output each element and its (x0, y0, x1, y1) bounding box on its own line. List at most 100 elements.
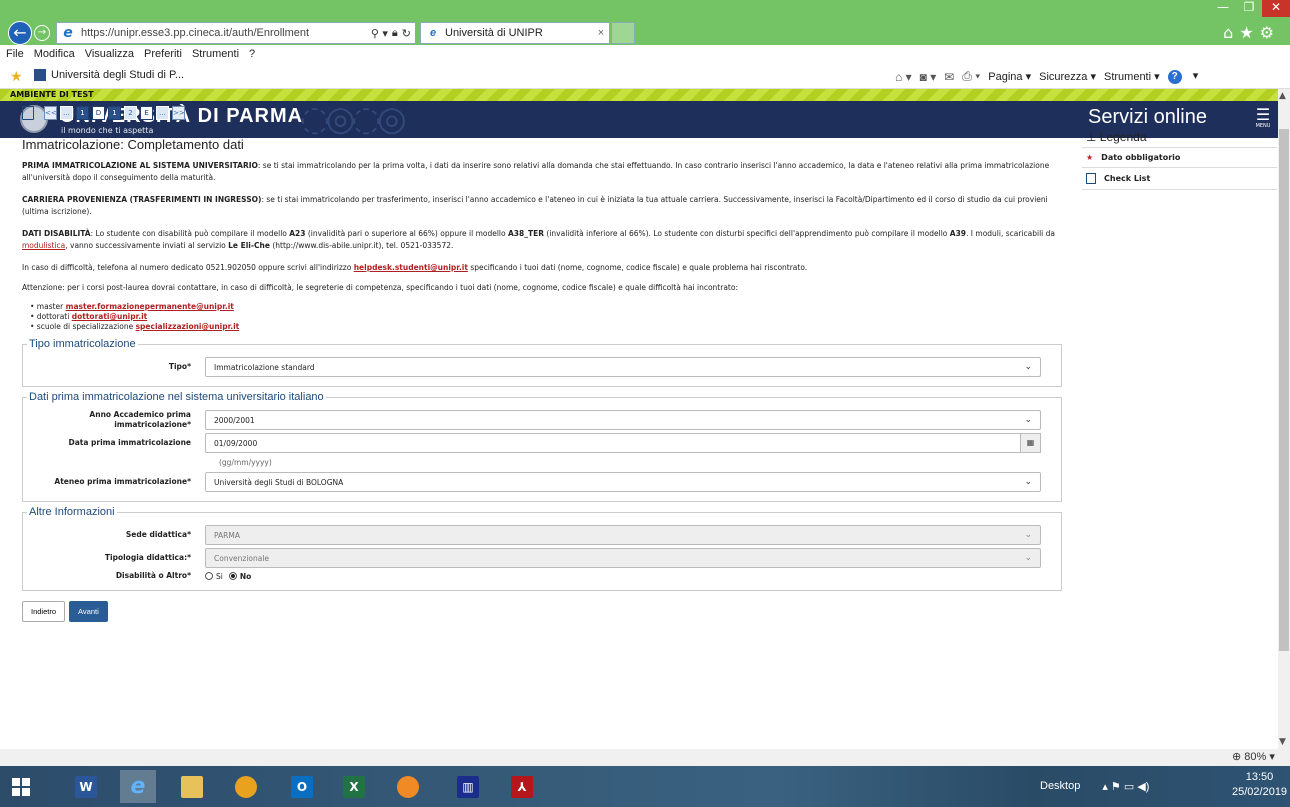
prima-fieldset-legend: Dati prima immatricolazione nel sistema … (29, 391, 324, 403)
main-content: Immatricolazione: Completamento dati PRI… (22, 137, 1062, 622)
step-navigation: << ... 1 D 1 2 E ... >> (22, 106, 188, 120)
media-app-icon[interactable] (390, 770, 426, 803)
post-laurea-info: Attenzione: per i corsi post-laurea dovr… (22, 283, 738, 292)
date-input-value: 01/09/2000 (214, 438, 258, 448)
word-app-icon[interactable]: W (68, 770, 104, 803)
modulistica-link[interactable]: modulistica (22, 241, 65, 250)
radio-si-option[interactable]: Si (205, 572, 223, 581)
servizi-online-title: Servizi online (1088, 106, 1207, 128)
dottorati-email-link[interactable]: dottorati@unipr.it (72, 312, 148, 321)
p3-text-a: : Lo studente con disabilità può compila… (90, 229, 290, 238)
step-first[interactable]: << (44, 106, 57, 120)
master-email-link[interactable]: master.formazionepermanente@unipr.it (66, 302, 234, 311)
minimize-button[interactable]: — (1210, 0, 1236, 17)
menu-bar: File Modifica Visualizza Preferiti Strum… (0, 45, 1290, 63)
tipo-select[interactable]: Immatricolazione standard ⌄ (205, 357, 1041, 377)
step-E[interactable]: E (140, 106, 153, 120)
home-favorites-settings-icons[interactable]: ⌂★⚙ (1223, 23, 1280, 42)
data-prima-immatricolazione-input[interactable]: 01/09/2000 (205, 433, 1021, 453)
radio-si[interactable] (205, 572, 213, 580)
menu-preferiti[interactable]: Preferiti (144, 48, 182, 60)
maximize-button[interactable]: ❐ (1236, 0, 1262, 17)
print-icon[interactable]: ⎙ ▾ (962, 69, 980, 84)
url-text[interactable]: https://unipr.esse3.pp.cineca.it/auth/En… (81, 27, 371, 39)
disabilita-label: Disabilità o Altro* (115, 571, 191, 580)
tipologia-select-value: Convenzionale (214, 553, 270, 563)
scrollbar-thumb[interactable] (1279, 129, 1289, 651)
calendar-icon[interactable]: ▦ (1021, 433, 1041, 453)
outlook-app-icon[interactable]: O (284, 770, 320, 803)
strumenti-menu[interactable]: Strumenti ▾ (1104, 70, 1160, 83)
menu-visualizza[interactable]: Visualizza (85, 48, 134, 60)
step-current-1[interactable]: 1 (108, 106, 121, 120)
forward-arrow-icon[interactable]: → (34, 25, 50, 41)
p3-model-a38: A38_TER (508, 229, 545, 238)
favorites-star-icon[interactable]: ★ (10, 68, 23, 85)
back-arrow-icon[interactable]: ← (8, 21, 32, 45)
search-icon[interactable]: ⚲ ▾ (371, 27, 388, 40)
scroll-up-icon[interactable]: ▲ (1279, 91, 1286, 101)
pagina-menu[interactable]: Pagina ▾ (988, 70, 1031, 83)
help-icon[interactable]: ? ▾ (1167, 69, 1198, 84)
legend-panel: ⊥ Legenda ★ Dato obbligatorio Check List (1082, 130, 1277, 190)
clock[interactable]: 13:50 25/02/2019 (1232, 770, 1287, 800)
helpdesk-info: In caso di difficoltà, telefona al numer… (22, 262, 1062, 274)
new-tab-button[interactable] (611, 22, 635, 44)
hamburger-menu-button[interactable]: ☰ MENU (1254, 107, 1272, 130)
tray-icons[interactable]: ▴ ⚑ ▭ ◀) (1102, 780, 1149, 793)
p1-heading: PRIMA IMMATRICOLAZIONE AL SISTEMA UNIVER… (22, 161, 258, 170)
close-window-button[interactable]: ✕ (1262, 0, 1290, 17)
radio-no-option[interactable]: No (228, 572, 251, 581)
step-last[interactable]: >> (172, 106, 185, 120)
p3-service-name: Le Eli-Che (228, 241, 270, 250)
vertical-scrollbar[interactable]: ▲ ▼ (1278, 89, 1290, 749)
radio-no[interactable] (228, 572, 237, 580)
menu-modifica[interactable]: Modifica (34, 48, 75, 60)
tipologia-didattica-select: Convenzionale ⌄ (205, 548, 1041, 568)
sede-select-value: PARMA (214, 530, 240, 540)
menu-help[interactable]: ? (249, 48, 255, 60)
p3-text-c: (invalidità inferiore al 66%). Lo studen… (544, 229, 950, 238)
step-D[interactable]: D (92, 106, 105, 120)
contact-label: • scuole di specializzazione (30, 322, 136, 331)
page-title: Immatricolazione: Completamento dati (22, 137, 244, 152)
checklist-icon[interactable] (22, 106, 34, 120)
browser-tab[interactable]: e Università di UNIPR × (420, 22, 610, 44)
acrobat-app-icon[interactable]: ⅄ (504, 770, 540, 803)
step-1[interactable]: 1 (76, 106, 89, 120)
home-icon[interactable]: ⌂ ▾ (895, 70, 912, 84)
file-explorer-icon[interactable] (174, 770, 210, 803)
chrome-app-icon[interactable] (228, 770, 264, 803)
anno-accademico-select[interactable]: 2000/2001 ⌄ (205, 410, 1041, 430)
specializzazioni-email-link[interactable]: specializzazioni@unipr.it (136, 322, 240, 331)
favorite-link[interactable]: Università degli Studi di P... (34, 69, 184, 81)
desktop-toolbar[interactable]: Desktop (1040, 780, 1080, 792)
step-2[interactable]: 2 (124, 106, 137, 120)
sicurezza-menu[interactable]: Sicurezza ▾ (1039, 70, 1096, 83)
sede-didattica-select: PARMA ⌄ (205, 525, 1041, 545)
refresh-icon[interactable]: ↻ (402, 27, 411, 40)
ateneo-select[interactable]: Università degli Studi di BOLOGNA ⌄ (205, 472, 1041, 492)
ie-app-icon[interactable]: e (120, 770, 156, 803)
mail-icon[interactable]: ✉ (944, 70, 954, 84)
windows-start-icon[interactable] (12, 778, 30, 796)
lock-icon[interactable]: 🔒︎ (392, 26, 398, 40)
menu-file[interactable]: File (6, 48, 24, 60)
p3-model-a23: A23 (289, 229, 306, 238)
tipo-select-value: Immatricolazione standard (214, 362, 315, 372)
indietro-button[interactable]: Indietro (22, 601, 66, 622)
scroll-down-icon[interactable]: ▼ (1279, 737, 1286, 747)
tab-close-icon[interactable]: × (593, 27, 609, 39)
legend-checklist[interactable]: Check List (1082, 168, 1277, 190)
address-bar[interactable]: e https://unipr.esse3.pp.cineca.it/auth/… (56, 22, 416, 44)
excel-app-icon[interactable]: X (336, 770, 372, 803)
contact-label: • dottorati (30, 312, 72, 321)
university-app-icon[interactable]: ▥ (450, 770, 486, 803)
menu-strumenti[interactable]: Strumenti (192, 48, 239, 60)
feeds-icon[interactable]: ◙ ▾ (920, 70, 937, 84)
tipologia-label: Tipologia didattica:* (104, 553, 191, 562)
zoom-level[interactable]: ⊕ 80% ▾ (1232, 750, 1275, 763)
helpdesk-email-link[interactable]: helpdesk.studenti@unipr.it (354, 263, 468, 272)
legend-required: ★ Dato obbligatorio (1082, 148, 1277, 168)
avanti-button[interactable]: Avanti (69, 601, 108, 622)
